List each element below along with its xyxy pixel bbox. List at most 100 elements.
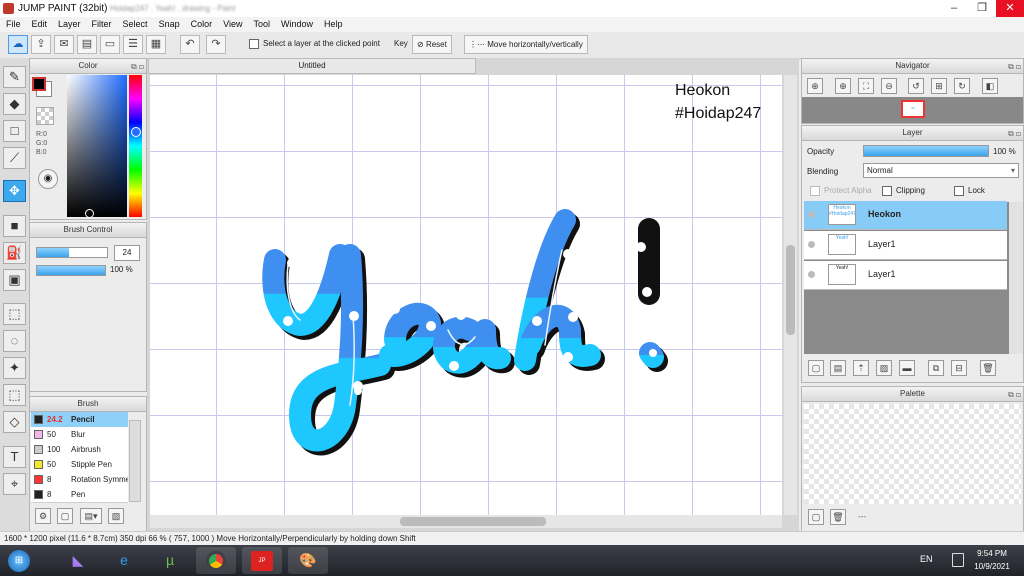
checkbox-icon[interactable] — [954, 186, 964, 196]
menu-color[interactable]: Color — [185, 17, 218, 32]
brush-item[interactable]: 50 Stipple Pen — [31, 457, 128, 473]
brush-item[interactable]: 8 Pen — [31, 487, 128, 503]
folder-icon[interactable]: ▬ — [899, 360, 915, 376]
brush-tool-icon[interactable]: ✎ — [3, 66, 26, 88]
protect-alpha-checkbox[interactable]: Protect Alpha — [810, 186, 872, 196]
internet-explorer-icon[interactable]: e — [104, 547, 144, 574]
magic-wand-icon[interactable]: ✦ — [3, 357, 26, 379]
list-icon[interactable]: ☰ — [123, 35, 143, 54]
visual-studio-icon[interactable]: ◣ — [58, 547, 98, 574]
brush-size-slider[interactable] — [36, 247, 108, 258]
drawing-canvas[interactable]: Heokon #Hoidap247 — [150, 75, 782, 515]
document-icon[interactable]: ▭ — [100, 35, 120, 54]
rotate-right-icon[interactable]: ↻ — [954, 78, 970, 94]
brush-item[interactable]: 8 Rotation Symmetry — [31, 472, 128, 488]
line-tool-icon[interactable]: ⟋ — [3, 147, 26, 169]
checkbox-icon[interactable] — [810, 186, 820, 196]
layer-opacity-slider[interactable] — [863, 145, 989, 157]
clipping-checkbox[interactable]: Clipping — [882, 186, 925, 196]
duplicate-layer-icon[interactable]: ⧉ — [928, 360, 944, 376]
horizontal-scrollbar[interactable] — [150, 515, 782, 528]
undo-icon[interactable]: ↶ — [180, 35, 200, 54]
transparent-swatch[interactable] — [36, 107, 54, 125]
menu-filter[interactable]: Filter — [86, 17, 117, 32]
brush-size-input[interactable]: 24 — [114, 245, 140, 261]
layer-row[interactable]: Heokon #Hoidap247 Heokon — [804, 201, 1007, 230]
move-hv-button[interactable]: ⋮⋯ Move horizontally/vertically — [464, 35, 588, 54]
lasso-select-icon[interactable]: ◌ — [3, 330, 26, 352]
layer-texture-icon[interactable]: ▨ — [876, 360, 892, 376]
menu-edit[interactable]: Edit — [26, 17, 53, 32]
hue-slider[interactable] — [129, 75, 142, 217]
fit-icon[interactable]: ⊞ — [931, 78, 947, 94]
battery-icon[interactable] — [952, 553, 964, 567]
menu-view[interactable]: View — [217, 17, 247, 32]
fill-rect-icon[interactable]: ■ — [3, 215, 26, 237]
share-icon[interactable]: ⇪ — [31, 35, 51, 54]
language-indicator[interactable]: EN — [920, 554, 933, 564]
visibility-icon[interactable] — [808, 271, 815, 278]
visibility-icon[interactable] — [808, 241, 815, 248]
palette-new-icon[interactable]: ▢ — [808, 509, 824, 525]
palette-delete-icon[interactable]: 🗑 — [830, 509, 846, 525]
rect-select-icon[interactable]: ⬚ — [3, 303, 26, 325]
rect-tool-icon[interactable]: □ — [3, 120, 26, 142]
chat-icon[interactable]: ▤ — [77, 35, 97, 54]
flip-icon[interactable]: ◧ — [982, 78, 998, 94]
zoom-fit-icon[interactable]: ⊕ — [807, 78, 823, 94]
rotate-left-icon[interactable]: ↺ — [908, 78, 924, 94]
brush-add-icon[interactable]: ⚙ — [35, 508, 51, 524]
clock-date[interactable]: 10/9/2021 — [968, 562, 1016, 571]
menu-snap[interactable]: Snap — [153, 17, 185, 32]
saturation-value-picker[interactable] — [67, 75, 127, 217]
panel-buttons-icon[interactable]: ⧉ ⊡ — [1008, 60, 1021, 74]
layer-list-scrollbar[interactable] — [1009, 202, 1023, 354]
checkbox-icon[interactable] — [249, 38, 259, 49]
layer-row[interactable]: Yeah! Layer1 — [804, 231, 1007, 260]
merge-layer-icon[interactable]: ⊟ — [951, 360, 967, 376]
select-pen-icon[interactable]: ⬚ — [3, 384, 26, 406]
brush-item[interactable]: 100 Airbrush — [31, 442, 128, 458]
start-button[interactable]: ⊞ — [2, 547, 36, 574]
cloud-icon[interactable]: ☁ — [8, 35, 28, 54]
chrome-icon[interactable] — [196, 547, 236, 574]
reset-button[interactable]: ⊘ Reset — [412, 35, 452, 54]
brush-new-icon[interactable]: ▢ — [57, 508, 73, 524]
palette-icon[interactable]: ◉ — [38, 169, 58, 189]
panel-buttons-icon[interactable]: ⧉ ⊡ — [1008, 127, 1021, 141]
menu-tool[interactable]: Tool — [247, 17, 275, 32]
text-tool-icon[interactable]: T — [3, 446, 26, 468]
menu-layer[interactable]: Layer — [52, 17, 86, 32]
close-button[interactable]: ✕ — [996, 0, 1024, 17]
panel-buttons-icon[interactable]: ⧉ ⊡ — [131, 60, 144, 74]
paint-taskbar-icon[interactable]: 🎨 — [288, 547, 328, 574]
brush-menu-icon[interactable]: ▤▾ — [80, 508, 102, 524]
zoom-out-icon[interactable]: ⊖ — [881, 78, 897, 94]
layer-up-icon[interactable]: ⇡ — [853, 360, 869, 376]
trash-icon[interactable]: 🗑 — [980, 360, 996, 376]
layer-row[interactable]: Yeah! Layer1 — [804, 261, 1007, 290]
panel-buttons-icon[interactable]: ⧉ ⊡ — [1008, 388, 1021, 402]
canvas-tab[interactable]: Untitled — [148, 58, 476, 74]
navigator-preview[interactable]: ≈ — [802, 97, 1023, 123]
minimize-button[interactable]: – — [940, 0, 968, 17]
zoom-in-icon[interactable]: ⊕ — [835, 78, 851, 94]
bucket-tool-icon[interactable]: ⛽ — [3, 242, 26, 264]
hue-cursor-icon[interactable] — [131, 127, 141, 137]
picker-cursor-icon[interactable] — [85, 209, 94, 218]
maximize-button[interactable]: ❐ — [968, 0, 996, 17]
new-layer-icon[interactable]: ▢ — [808, 360, 824, 376]
jump-paint-taskbar-icon[interactable]: JP — [242, 547, 282, 574]
redo-icon[interactable]: ↷ — [206, 35, 226, 54]
move-tool-icon[interactable]: ✥ — [3, 180, 26, 202]
horizontal-scroll-thumb[interactable] — [400, 517, 546, 526]
brush-delete-icon[interactable]: ▧ — [108, 508, 124, 524]
eyedropper-icon[interactable]: ⌖ — [3, 473, 26, 495]
select-layer-checkbox[interactable]: Select a layer at the clicked point — [245, 35, 384, 54]
menu-window[interactable]: Window — [275, 17, 318, 32]
brush-item[interactable]: 24.2 Pencil — [31, 412, 128, 428]
copy-layer-icon[interactable]: ▤ — [830, 360, 846, 376]
brush-list-scrollbar[interactable] — [129, 420, 141, 502]
menu-file[interactable]: File — [0, 17, 26, 32]
lock-checkbox[interactable]: Lock — [954, 186, 985, 196]
